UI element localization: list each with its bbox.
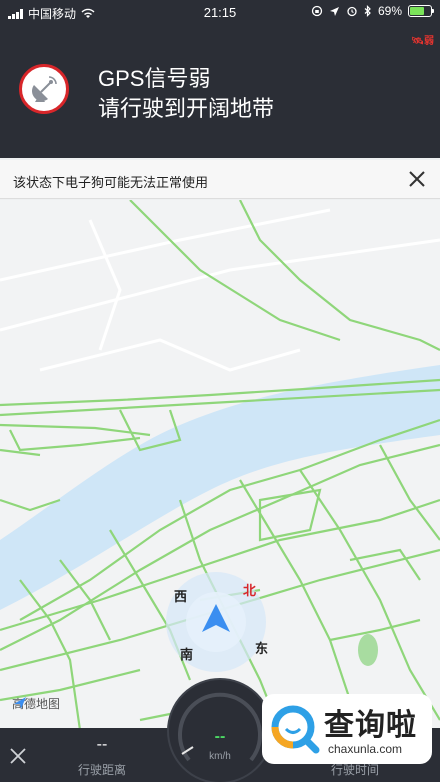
close-icon[interactable]	[406, 168, 428, 190]
speed-unit: km/h	[209, 751, 231, 762]
watermark: 查询啦 chaxunla.com	[262, 694, 432, 764]
minor-roads	[0, 208, 440, 372]
location-arrow-icon	[329, 6, 339, 16]
map-canvas	[0, 200, 440, 730]
compass-east: 东	[255, 641, 269, 656]
speed-value: --	[214, 728, 226, 745]
speedometer: -- km/h	[167, 678, 273, 782]
park	[358, 634, 378, 666]
signal-weak-badge: 🛰弱	[411, 36, 434, 47]
warning-banner: 该状态下电子狗可能无法正常使用	[0, 160, 440, 199]
warning-text: 该状态下电子狗可能无法正常使用	[13, 175, 209, 190]
status-bar: 中国移动 21:15 69%	[0, 0, 440, 24]
gps-alert-panel: 🛰弱 GPS信号弱 请行驶到开阔地带	[0, 24, 440, 158]
gps-alert-title: GPS信号弱	[98, 66, 211, 91]
distance-label: 行驶距离	[77, 763, 126, 777]
map-view[interactable]: 西 北 南 东 高德地图	[0, 200, 440, 730]
map-provider-logo: 高德地图	[12, 697, 61, 711]
satellite-small-icon: 🛰	[411, 36, 424, 47]
distance-value: --	[96, 736, 108, 753]
bluetooth-icon	[364, 5, 371, 17]
compass-west: 西	[174, 589, 188, 604]
search-icon	[271, 705, 320, 754]
battery-percent: 69%	[377, 4, 402, 18]
status-right: 69%	[311, 4, 434, 18]
compass-north: 北	[243, 583, 257, 598]
amap-logo-icon	[14, 697, 26, 709]
close-icon[interactable]	[6, 744, 30, 768]
alarm-icon	[347, 6, 357, 17]
rotation-lock-icon	[311, 5, 323, 17]
compass-south: 南	[180, 647, 194, 662]
gps-alert-subtitle: 请行驶到开阔地带	[98, 96, 275, 121]
watermark-url: chaxunla.com	[328, 742, 403, 756]
satellite-dish-icon	[19, 64, 69, 114]
watermark-title: 查询啦	[324, 708, 417, 743]
battery-icon	[408, 5, 434, 17]
